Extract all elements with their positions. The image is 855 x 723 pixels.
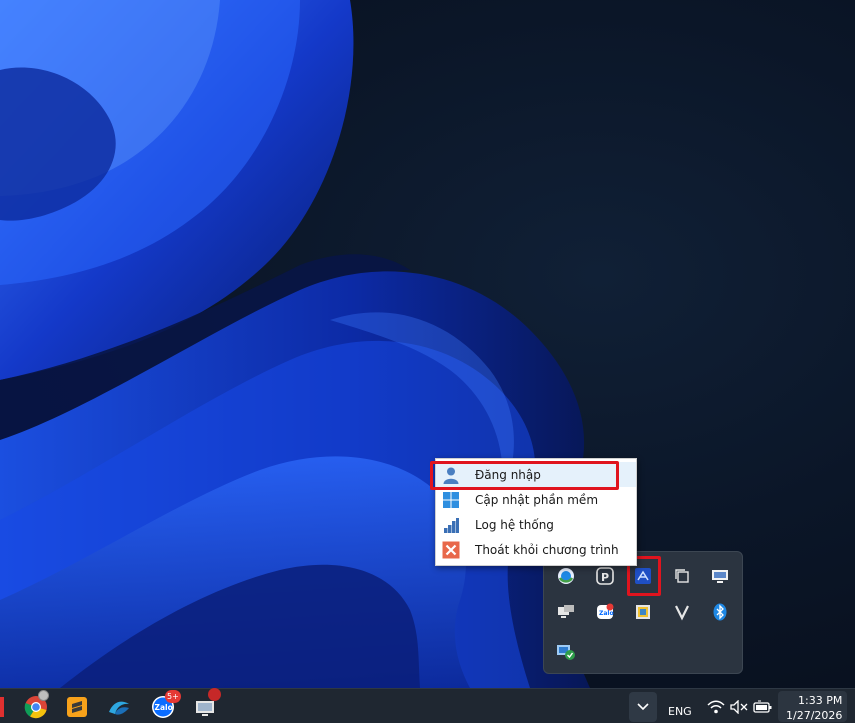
- edge-like-icon[interactable]: [106, 694, 132, 720]
- clock-time: 1:33 PM: [798, 694, 843, 707]
- remote-desktop-icon[interactable]: [194, 688, 221, 720]
- network-display-icon[interactable]: [554, 600, 578, 624]
- v-app-icon[interactable]: [670, 600, 694, 624]
- menu-item-label: Cập nhật phần mềm: [475, 492, 599, 507]
- speaker-muted-icon[interactable]: [726, 694, 752, 720]
- zalo-tray-icon[interactable]: Zalo: [593, 600, 617, 624]
- red-app-icon[interactable]: [0, 694, 6, 720]
- zalo-icon[interactable]: Zalo 5+: [150, 690, 181, 720]
- menu-item-label: Thoát khỏi chương trình: [475, 542, 619, 557]
- menu-item-system-log[interactable]: Log hệ thống: [436, 512, 636, 537]
- clock-date: 1/27/2026: [786, 709, 843, 722]
- show-hidden-icons-button[interactable]: [629, 692, 657, 722]
- sublime-icon[interactable]: [64, 694, 90, 720]
- close-x-icon: [441, 540, 461, 560]
- monitor-icon[interactable]: [708, 564, 732, 588]
- bar-chart-icon: [441, 515, 461, 535]
- p-app-icon[interactable]: P: [593, 564, 617, 588]
- windows-icon: [441, 490, 461, 510]
- remote-badge: [208, 688, 221, 701]
- menu-item-login[interactable]: Đăng nhập: [430, 461, 636, 490]
- chrome-icon[interactable]: [23, 690, 49, 720]
- menu-item-label: Log hệ thống: [475, 517, 554, 532]
- copy-icon[interactable]: [670, 564, 694, 588]
- clock-area[interactable]: 1:33 PM 1/27/2026: [778, 691, 847, 722]
- svg-text:Zalo: Zalo: [155, 703, 173, 712]
- zalo-badge: 5+: [165, 690, 181, 703]
- battery-icon[interactable]: [750, 694, 776, 720]
- menu-item-update-software[interactable]: Cập nhật phần mềm: [436, 487, 636, 512]
- menu-item-label: Đăng nhập: [475, 467, 541, 482]
- bluetooth-icon[interactable]: [708, 600, 732, 624]
- flag-app-icon[interactable]: [631, 600, 655, 624]
- tray-context-menu: Đăng nhập Cập nhật phần mềm Log hệ thống…: [430, 458, 637, 566]
- user-icon: [441, 465, 461, 485]
- taskbar: Zalo 5+ ENG 1:33 PM 1/27/2026: [0, 688, 855, 723]
- chrome-badge: [38, 690, 49, 701]
- security-shield-icon[interactable]: [554, 640, 578, 664]
- svg-text:Zalo: Zalo: [599, 610, 614, 617]
- svg-text:P: P: [601, 571, 609, 584]
- chevron-down-icon: [637, 703, 649, 711]
- chrome-remote-icon[interactable]: [554, 564, 578, 588]
- menu-item-exit-program[interactable]: Thoát khỏi chương trình: [436, 537, 636, 562]
- language-indicator[interactable]: ENG: [668, 705, 692, 718]
